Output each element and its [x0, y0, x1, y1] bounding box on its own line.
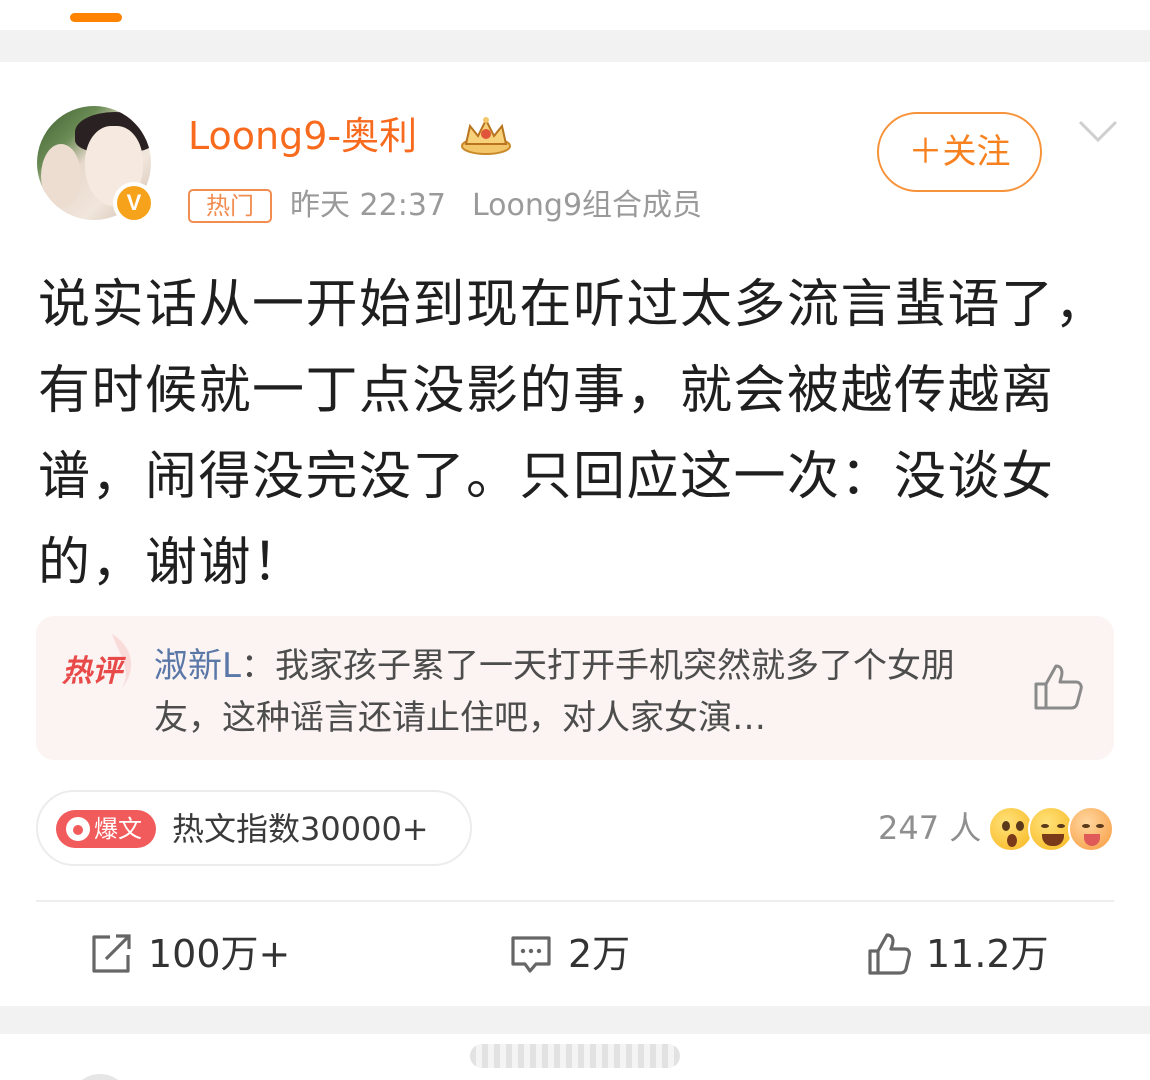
divider: [36, 900, 1114, 902]
reaction-emoji-stack[interactable]: [988, 802, 1114, 856]
comment-count: 2万: [568, 932, 631, 976]
comment-button[interactable]: 2万: [508, 922, 630, 986]
post-time: 昨天 22:37: [290, 188, 446, 223]
like-count: 11.2万: [926, 932, 1049, 976]
thumbs-up-icon[interactable]: [1032, 662, 1084, 712]
trend-index-text: 热文指数30000+: [172, 810, 429, 848]
hug-emoji-icon: [1068, 806, 1114, 852]
author-description: Loong9组合成员: [472, 188, 703, 223]
flame-icon: [66, 817, 90, 841]
follow-button[interactable]: ＋关注: [877, 112, 1042, 192]
repost-count: 100万+: [148, 932, 291, 976]
hot-comment[interactable]: 热评 淑新L：我家孩子累了一天打开手机突然就多了个女朋友，这种谣言还请止住吧，对…: [36, 616, 1114, 760]
chevron-down-icon[interactable]: [1076, 116, 1120, 146]
thumbs-up-icon: [868, 933, 911, 975]
blurred-placeholder: [470, 1044, 680, 1068]
trend-pill[interactable]: 爆文 热文指数30000+: [36, 790, 472, 866]
weibo-post-card: V Loong9-奥利 热门 昨天 22:37 Loong9组合成员 ＋关注 说实…: [0, 62, 1150, 1006]
post-meta: 昨天 22:37 Loong9组合成员: [290, 184, 702, 228]
verified-badge-icon: V: [113, 182, 155, 224]
next-post-card-peek: [0, 1034, 1150, 1080]
like-button[interactable]: 11.2万: [866, 922, 1049, 986]
hot-comment-text: 淑新L：我家孩子累了一天打开手机突然就多了个女朋友，这种谣言还请止住吧，对人家女…: [154, 646, 955, 738]
hot-tag: 热门: [188, 189, 272, 223]
hot-comment-badge: 热评: [62, 632, 142, 692]
comment-icon: [511, 936, 551, 973]
avatar: [70, 1074, 130, 1080]
post-body-text: 说实话从一开始到现在听过太多流言蜚语了，有时候就一丁点没影的事，就会被越传越离谱…: [38, 275, 1109, 593]
reaction-count[interactable]: 247 人: [878, 800, 981, 856]
author-name[interactable]: Loong9-奥利: [188, 110, 417, 162]
crown-icon: [461, 117, 511, 155]
active-tab-indicator: [70, 13, 122, 22]
repost-button[interactable]: 100万+: [88, 922, 290, 986]
top-tab-bar: [0, 0, 1150, 30]
trend-badge: 爆文: [56, 810, 156, 848]
comment-author[interactable]: 淑新L: [154, 646, 241, 686]
repost-icon: [92, 934, 131, 973]
